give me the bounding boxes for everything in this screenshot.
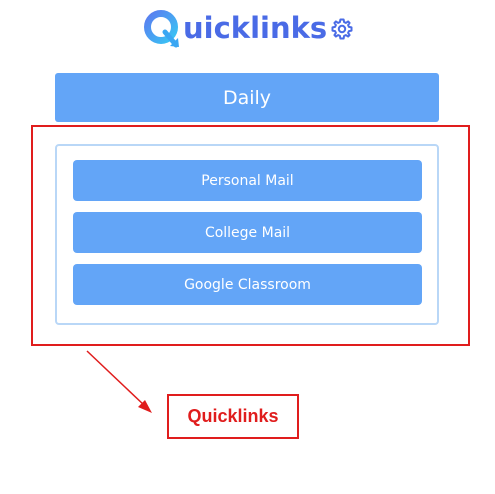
- link-label: Personal Mail: [201, 172, 294, 189]
- personal-mail-button[interactable]: Personal Mail: [73, 160, 422, 201]
- app-logo: uicklinks: [143, 5, 327, 51]
- q-logo-icon: [144, 10, 179, 48]
- daily-button-label: Daily: [222, 86, 272, 109]
- annotation-callout: Quicklinks: [167, 394, 299, 439]
- gear-icon[interactable]: [330, 17, 354, 41]
- app-title: uicklinks: [183, 11, 328, 45]
- link-label: Google Classroom: [184, 276, 311, 293]
- quicklinks-panel: Personal Mail College Mail Google Classr…: [55, 144, 439, 325]
- link-label: College Mail: [204, 224, 291, 241]
- callout-label: Quicklinks: [187, 406, 279, 426]
- page: uicklinks Daily Personal Mail College Ma…: [0, 0, 495, 494]
- google-classroom-button[interactable]: Google Classroom: [73, 264, 422, 305]
- college-mail-button[interactable]: College Mail: [73, 212, 422, 253]
- daily-button[interactable]: Daily: [55, 73, 439, 122]
